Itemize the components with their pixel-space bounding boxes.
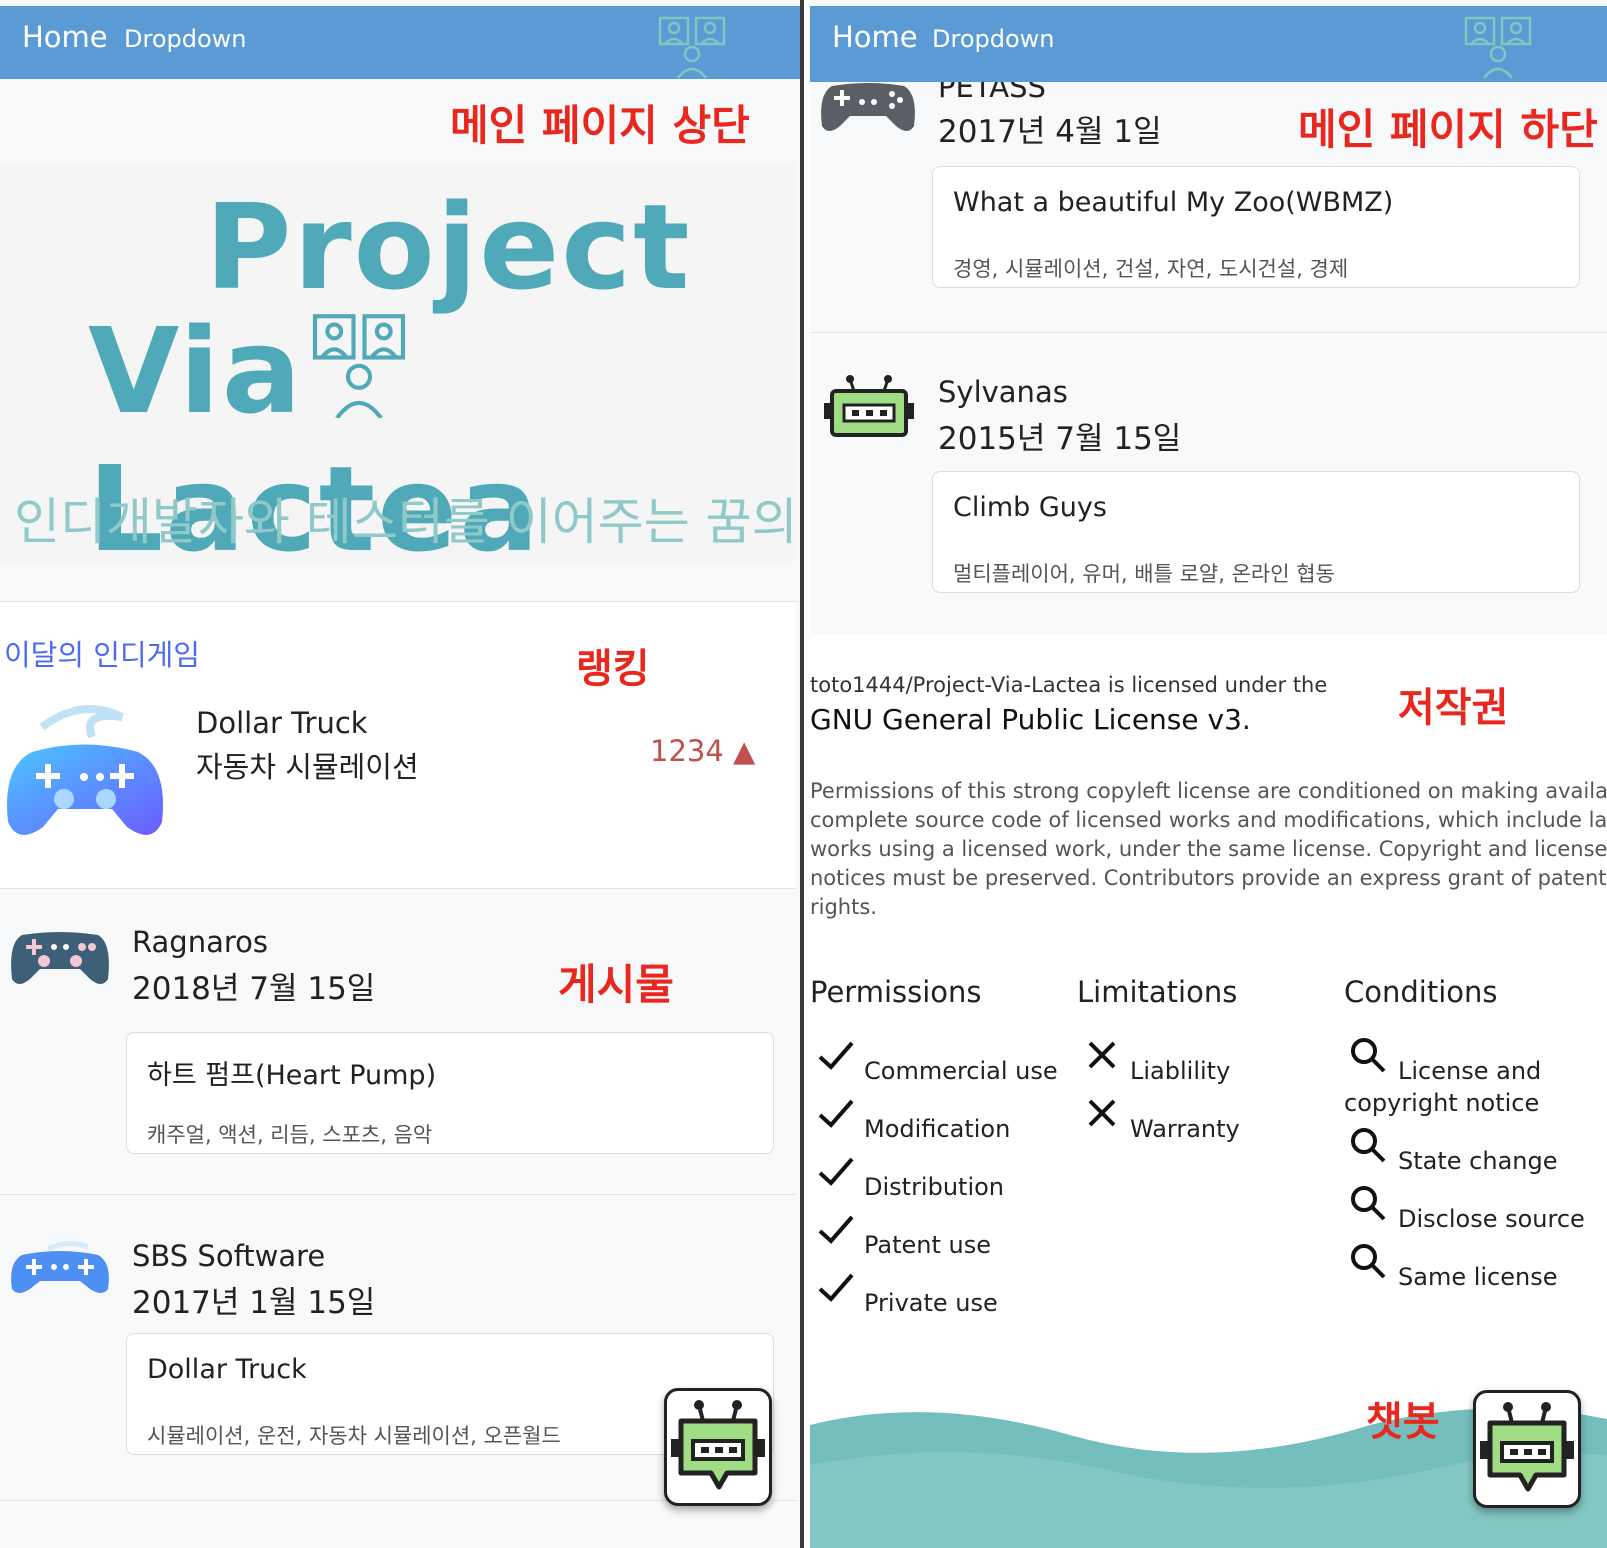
limitation-item: Liablility bbox=[1130, 1057, 1231, 1085]
conditions-heading: Conditions bbox=[1344, 975, 1498, 1009]
post-item[interactable]: Ragnaros 2018년 7월 15일 게시물 하트 펌프(Heart Pu… bbox=[0, 889, 796, 1194]
chatbot-button[interactable] bbox=[664, 1388, 772, 1506]
nav-home-link[interactable]: Home bbox=[22, 20, 108, 54]
permission-item: Modification bbox=[864, 1115, 1011, 1143]
check-icon bbox=[818, 1157, 854, 1186]
magnifier-icon bbox=[1351, 1038, 1386, 1073]
robot-icon bbox=[671, 1400, 765, 1490]
x-icon bbox=[1088, 1099, 1116, 1127]
limitation-item: Warranty bbox=[1130, 1115, 1240, 1143]
post-card[interactable]: What a beautiful My Zoo(WBMZ) 경영, 시뮬레이션,… bbox=[932, 166, 1580, 288]
post-developer-name: Sylvanas bbox=[938, 375, 1068, 409]
license-name[interactable]: GNU General Public License v3. bbox=[810, 703, 1251, 736]
permission-item: Commercial use bbox=[864, 1057, 1058, 1085]
post-card-title: Climb Guys bbox=[953, 492, 1107, 523]
ranking-section: 이달의 인디게임 랭킹 Dollar Truck 자동차 시뮬레이션 1234 … bbox=[0, 602, 796, 888]
check-icon bbox=[818, 1099, 854, 1128]
people-logo-icon[interactable] bbox=[656, 14, 728, 78]
post-date: 2017년 4월 1일 bbox=[938, 114, 1162, 150]
post-item[interactable]: PETASS 2017년 4월 1일 What a beautiful My Z… bbox=[810, 50, 1607, 330]
x-icon bbox=[1088, 1041, 1116, 1069]
post-developer-name: Ragnaros bbox=[132, 925, 268, 959]
check-icon bbox=[818, 1041, 854, 1070]
nav-dropdown-link[interactable]: Dropdown bbox=[124, 25, 247, 53]
annotation-ranking: 랭킹 bbox=[576, 646, 650, 692]
condition-item: Disclose source bbox=[1398, 1205, 1585, 1233]
nav-home-link[interactable]: Home bbox=[832, 20, 918, 54]
hero-title-project: Project bbox=[205, 178, 692, 316]
license-desc-line: rights. bbox=[810, 895, 877, 919]
license-desc-line: complete source code of licensed works a… bbox=[810, 808, 1607, 832]
license-desc-line: Permissions of this strong copyleft lice… bbox=[810, 779, 1607, 803]
post-card[interactable]: Climb Guys 멀티플레이어, 유머, 배틀 로얄, 온라인 협동 bbox=[932, 471, 1580, 593]
post-card-title: 하트 펌프(Heart Pump) bbox=[147, 1060, 437, 1091]
nav-dropdown-link[interactable]: Dropdown bbox=[932, 25, 1055, 53]
permission-item: Private use bbox=[864, 1289, 998, 1317]
post-card-title: What a beautiful My Zoo(WBMZ) bbox=[953, 187, 1394, 218]
annotation-posts: 게시물 bbox=[558, 960, 674, 1009]
post-card-title: Dollar Truck bbox=[147, 1354, 307, 1385]
hero-subtitle: 인디개발자와 테스터를 이어주는 꿈의 다리 bbox=[14, 493, 800, 551]
chatbot-button[interactable] bbox=[1473, 1390, 1581, 1508]
hero-title-via: Via bbox=[88, 302, 304, 440]
license-repo-line: toto1444/Project-Via-Lactea is licensed … bbox=[810, 673, 1328, 697]
annotation-bottom: 메인 페이지 하단 bbox=[1298, 105, 1598, 154]
gamepad-icon bbox=[11, 1241, 109, 1293]
ranking-game-title[interactable]: Dollar Truck bbox=[196, 706, 368, 740]
condition-item: copyright notice bbox=[1344, 1089, 1540, 1117]
post-card-tags: 캐주얼, 액션, 리듬, 스포츠, 음악 bbox=[147, 1123, 433, 1147]
magnifier-icon bbox=[1351, 1128, 1386, 1163]
ranking-heading: 이달의 인디게임 bbox=[4, 638, 200, 672]
license-desc-line: works using a licensed work, under the s… bbox=[810, 837, 1607, 861]
post-date: 2017년 1월 15일 bbox=[132, 1285, 376, 1321]
navbar: Home Dropdown bbox=[810, 6, 1607, 82]
right-screenshot-panel: Home Dropdown PETASS 2017년 4월 1일 What a … bbox=[810, 0, 1607, 1548]
gamepad-icon[interactable] bbox=[2, 697, 168, 843]
navbar: Home Dropdown bbox=[0, 6, 800, 79]
robot-icon bbox=[824, 375, 914, 437]
post-card-tags: 멀티플레이어, 유머, 배틀 로얄, 온라인 협동 bbox=[953, 562, 1335, 586]
post-date: 2015년 7월 15일 bbox=[938, 421, 1182, 457]
ranking-game-genre: 자동차 시뮬레이션 bbox=[196, 750, 419, 784]
annotation-chatbot: 챗봇 bbox=[1366, 1399, 1440, 1445]
magnifier-icon bbox=[1351, 1186, 1386, 1221]
left-screenshot-panel: Home Dropdown 메인 페이지 상단 Project ViaLacte… bbox=[0, 0, 804, 1548]
limitations-heading: Limitations bbox=[1077, 975, 1238, 1009]
post-card-tags: 시뮬레이션, 운전, 자동차 시뮬레이션, 오픈월드 bbox=[147, 1424, 561, 1448]
condition-item: Same license bbox=[1398, 1263, 1558, 1291]
people-logo-icon bbox=[313, 314, 406, 420]
annotation-top: 메인 페이지 상단 bbox=[450, 101, 750, 150]
robot-icon bbox=[1480, 1402, 1574, 1492]
check-icon bbox=[818, 1215, 854, 1244]
hero-banner: Project ViaLactea 인디개발자와 테스터를 이어주는 꿈의 다리 bbox=[0, 162, 800, 578]
post-developer-name: SBS Software bbox=[132, 1239, 326, 1273]
post-item[interactable]: Sylvanas 2015년 7월 15일 Climb Guys 멀티플레이어,… bbox=[810, 333, 1607, 633]
permission-item: Distribution bbox=[864, 1173, 1005, 1201]
check-icon bbox=[818, 1273, 854, 1302]
post-date: 2018년 7월 15일 bbox=[132, 971, 376, 1007]
ranking-count: 1234 ▲ bbox=[650, 734, 756, 768]
condition-item: State change bbox=[1398, 1147, 1558, 1175]
annotation-copyright: 저작권 bbox=[1398, 685, 1509, 731]
post-card-tags: 경영, 시뮬레이션, 건설, 자연, 도시건설, 경제 bbox=[953, 257, 1349, 281]
people-logo-icon[interactable] bbox=[1462, 14, 1534, 78]
condition-item: License and bbox=[1398, 1057, 1542, 1085]
post-card[interactable]: 하트 펌프(Heart Pump) 캐주얼, 액션, 리듬, 스포츠, 음악 bbox=[126, 1032, 774, 1154]
gamepad-icon bbox=[11, 932, 109, 984]
permission-item: Patent use bbox=[864, 1231, 992, 1259]
license-desc-line: notices must be preserved. Contributors … bbox=[810, 866, 1607, 890]
permissions-heading: Permissions bbox=[810, 975, 982, 1009]
gamepad-icon bbox=[821, 83, 915, 131]
magnifier-icon bbox=[1351, 1244, 1386, 1279]
